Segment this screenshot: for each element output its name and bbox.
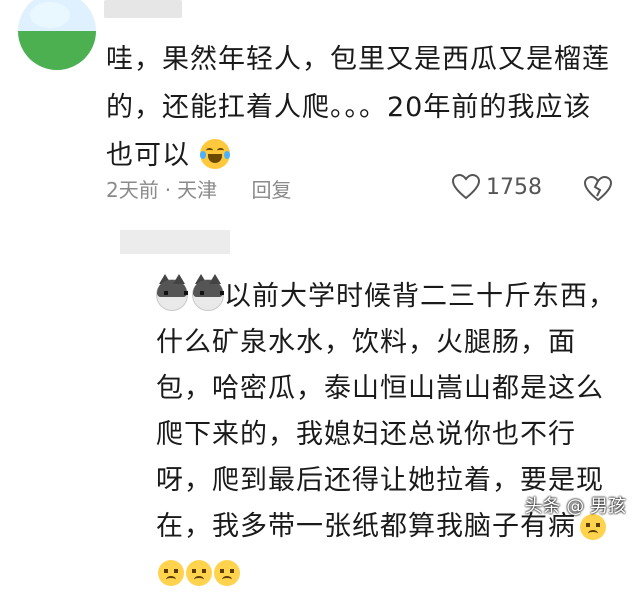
sad-emoji-icon	[214, 560, 240, 586]
sad-emoji-icon	[186, 560, 212, 586]
comment-text: 哇，果然年轻人，包里又是西瓜又是榴莲的，还能扛着人爬。。。20年前的我应该也可以	[106, 44, 610, 171]
husky-emoji-icon	[156, 274, 188, 311]
heart-icon	[452, 174, 480, 200]
reply-button[interactable]: 回复	[251, 178, 291, 202]
reply-comment: 以前大学时候背二三十斤东西，什么矿泉水水，饮料，火腿肠，面包，哈密瓜，泰山恒山嵩…	[108, 228, 640, 586]
dislike-button[interactable]	[584, 176, 612, 202]
watermark: 头条 @ 男孩	[524, 496, 626, 517]
meta-separator: ·	[164, 178, 172, 202]
avatar[interactable]	[18, 0, 96, 70]
like-count: 1758	[486, 174, 542, 200]
comment-body: 哇，果然年轻人，包里又是西瓜又是榴莲的，还能扛着人爬。。。20年前的我应该也可以	[106, 36, 616, 180]
husky-emoji-icon	[192, 274, 224, 311]
like-button[interactable]: 1758	[452, 174, 542, 200]
broken-heart-icon	[584, 176, 612, 202]
reply-username-blurred[interactable]	[120, 230, 230, 254]
username-blurred[interactable]	[104, 0, 182, 18]
laugh-cry-emoji-icon	[199, 139, 230, 169]
comment-meta: 2天前 · 天津 回复	[106, 174, 291, 203]
sad-emoji-icon	[158, 560, 184, 586]
comment-location: 天津	[177, 178, 218, 202]
comment-time: 2天前	[106, 178, 159, 202]
avatar-grass	[18, 31, 96, 70]
reply-body: 以前大学时候背二三十斤东西，什么矿泉水水，饮料，火腿肠，面包，哈密瓜，泰山恒山嵩…	[156, 274, 626, 596]
avatar-sky	[30, 2, 70, 28]
